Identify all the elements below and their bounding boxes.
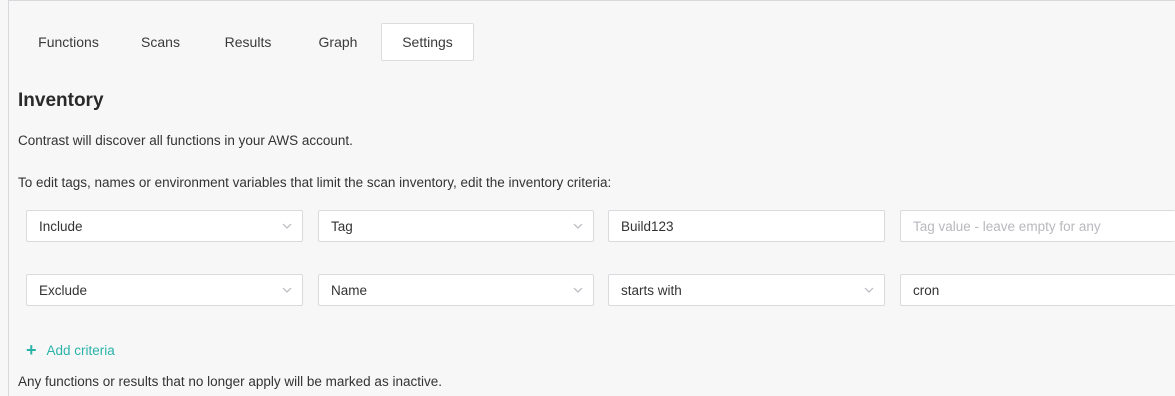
criteria-mode-value: Exclude	[39, 282, 88, 298]
add-criteria-button[interactable]: + Add criteria	[26, 341, 115, 359]
tab-results[interactable]: Results	[201, 23, 295, 61]
tag-value-input[interactable]: Tag value - leave empty for any	[900, 210, 1175, 242]
tab-bar: Functions Scans Results Graph Settings	[17, 23, 474, 61]
criteria-mode-select[interactable]: Exclude	[26, 274, 303, 306]
criteria-operator-select[interactable]: starts with	[608, 274, 885, 306]
chevron-down-icon	[563, 275, 593, 305]
criteria-type-select[interactable]: Tag	[318, 210, 594, 242]
criteria-mode-select[interactable]: Include	[26, 210, 303, 242]
page-title: Inventory	[18, 90, 104, 111]
add-criteria-label: Add criteria	[46, 342, 115, 358]
criteria-type-select[interactable]: Name	[318, 274, 594, 306]
tag-value-placeholder: Tag value - leave empty for any	[913, 218, 1101, 234]
inventory-instruction: To edit tags, names or environment varia…	[18, 175, 612, 190]
chevron-down-icon	[272, 211, 302, 241]
tab-graph[interactable]: Graph	[295, 23, 381, 61]
tag-key-input[interactable]: Build123	[608, 210, 885, 242]
plus-icon: +	[26, 340, 37, 360]
criteria-value-input[interactable]: cron	[900, 274, 1175, 306]
criteria-value-text: cron	[913, 282, 940, 298]
criteria-operator-value: starts with	[621, 282, 682, 298]
tab-functions[interactable]: Functions	[17, 23, 120, 61]
tag-key-value: Build123	[621, 218, 674, 234]
criteria-type-value: Tag	[331, 218, 353, 234]
inactive-note: Any functions or results that no longer …	[18, 374, 442, 389]
criteria-mode-value: Include	[39, 218, 83, 234]
inventory-description: Contrast will discover all functions in …	[18, 133, 353, 148]
chevron-down-icon	[854, 275, 884, 305]
tab-settings[interactable]: Settings	[381, 23, 474, 61]
tab-scans[interactable]: Scans	[120, 23, 201, 61]
criteria-type-value: Name	[331, 282, 368, 298]
chevron-down-icon	[563, 211, 593, 241]
chevron-down-icon	[272, 275, 302, 305]
